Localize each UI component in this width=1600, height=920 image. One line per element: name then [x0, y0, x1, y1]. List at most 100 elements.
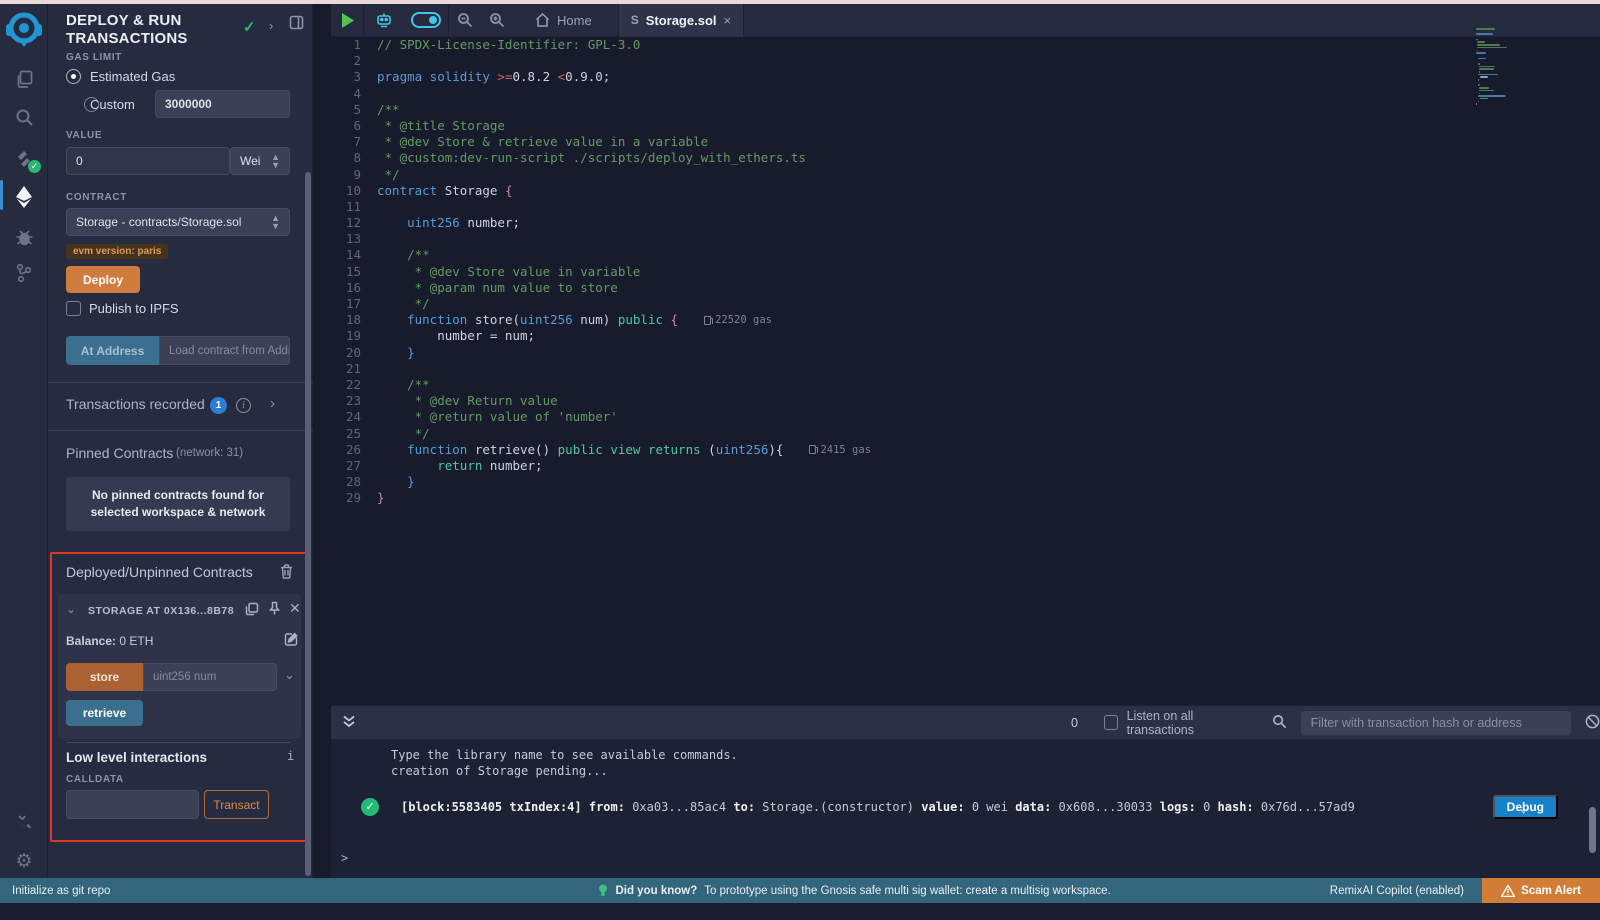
value-input[interactable]: 0 [66, 147, 230, 175]
tab-close-icon[interactable]: × [724, 13, 732, 28]
code-line[interactable]: 3pragma solidity >=0.8.2 <0.9.0; [331, 69, 1600, 85]
expand-store-icon[interactable]: ⌄ [284, 667, 295, 683]
code-line[interactable]: 26 function retrieve() public view retur… [331, 442, 1600, 458]
plugin-manager-icon[interactable] [0, 804, 48, 838]
code-line[interactable]: 29} [331, 490, 1600, 506]
debugger-icon[interactable] [0, 220, 48, 254]
remix-logo-icon[interactable] [4, 10, 44, 50]
code-line[interactable]: 24 * @return value of 'number' [331, 409, 1600, 425]
code-editor[interactable]: 1// SPDX-License-Identifier: GPL-3.023pr… [331, 37, 1600, 705]
contract-select[interactable]: Storage - contracts/Storage.sol ▲▼ [66, 208, 290, 236]
code-line[interactable]: 18 function store(uint256 num) public {2… [331, 312, 1600, 328]
value-unit-select[interactable]: Wei ▲▼ [230, 147, 290, 175]
terminal-filter-input[interactable]: Filter with transaction hash or address [1301, 711, 1571, 735]
deploy-button[interactable]: Deploy [66, 266, 140, 293]
transactions-expand-icon[interactable]: › [270, 395, 275, 412]
retrieve-function-button[interactable]: retrieve [66, 700, 143, 726]
code-line[interactable]: 2 [331, 53, 1600, 69]
transaction-log-row[interactable]: ✓ [block:5583405 txIndex:4] from: 0xa03.… [331, 795, 1600, 819]
solidity-compiler-icon[interactable]: ✓ [0, 142, 48, 176]
gas-pump-icon [809, 445, 816, 454]
code-line[interactable]: 25 */ [331, 426, 1600, 442]
code-line[interactable]: 6 * @title Storage [331, 118, 1600, 134]
code-line[interactable]: 8 * @custom:dev-run-script ./scripts/dep… [331, 150, 1600, 166]
code-line[interactable]: 11 [331, 199, 1600, 215]
minimap-line [1479, 93, 1480, 95]
custom-gas-input[interactable]: 3000000 [155, 90, 290, 118]
store-function-button[interactable]: store [66, 663, 143, 691]
expand-terminal-icon[interactable] [343, 715, 355, 731]
code-text: number = num; [377, 328, 535, 344]
code-text: /** [377, 377, 430, 393]
copilot-toggle[interactable] [404, 4, 448, 37]
tab-storage-sol[interactable]: S Storage.sol × [618, 4, 744, 37]
zoom-out-icon[interactable] [449, 4, 481, 37]
code-line[interactable]: 19 number = num; [331, 328, 1600, 344]
line-number: 23 [331, 393, 377, 409]
code-line[interactable]: 28 } [331, 474, 1600, 490]
remove-contract-icon[interactable]: ✕ [289, 600, 301, 617]
deploy-run-icon[interactable] [0, 180, 48, 214]
ai-copilot-robot-icon[interactable] [364, 4, 404, 37]
code-line[interactable]: 10contract Storage { [331, 183, 1600, 199]
pin-panel-icon[interactable] [289, 15, 304, 33]
calldata-input[interactable] [66, 790, 199, 819]
contract-collapse-icon[interactable]: ⌄ [66, 602, 76, 616]
terminal-prompt[interactable]: > [341, 851, 348, 865]
code-line[interactable]: 20 } [331, 345, 1600, 361]
git-icon[interactable] [0, 256, 48, 290]
editor-minimap[interactable] [1476, 28, 1596, 108]
transact-button[interactable]: Transact [204, 790, 269, 819]
code-line[interactable]: 14 /** [331, 247, 1600, 263]
code-line[interactable]: 12 uint256 number; [331, 215, 1600, 231]
unit-caret-icon: ▲▼ [271, 153, 280, 169]
code-line[interactable]: 17 */ [331, 296, 1600, 312]
code-text: } [377, 474, 415, 490]
clear-terminal-icon[interactable] [1585, 714, 1600, 732]
scam-alert-button[interactable]: Scam Alert [1482, 878, 1600, 903]
code-line[interactable]: 22 /** [331, 377, 1600, 393]
code-line[interactable]: 23 * @dev Return value [331, 393, 1600, 409]
panel-scrollbar[interactable] [305, 172, 311, 876]
terminal[interactable]: Type the library name to see available c… [331, 739, 1600, 878]
code-line[interactable]: 7 * @dev Store & retrieve value in a var… [331, 134, 1600, 150]
code-line[interactable]: 16 * @param num value to store [331, 280, 1600, 296]
code-line[interactable]: 9 */ [331, 167, 1600, 183]
code-line[interactable]: 4 [331, 86, 1600, 102]
git-init-label[interactable]: Initialize as git repo [12, 885, 110, 897]
code-line[interactable]: 5/** [331, 102, 1600, 118]
zoom-in-icon[interactable] [481, 4, 513, 37]
code-text: * @dev Return value [377, 393, 558, 409]
terminal-search-icon[interactable] [1272, 714, 1287, 732]
code-text: */ [377, 167, 400, 183]
store-args-input[interactable]: uint256 num [143, 663, 277, 691]
estimated-gas-radio[interactable] [66, 69, 81, 84]
code-line[interactable]: 1// SPDX-License-Identifier: GPL-3.0 [331, 37, 1600, 53]
copilot-status-label[interactable]: RemixAI Copilot (enabled) [1330, 885, 1464, 897]
editor-toolbar: Home S Storage.sol × [331, 4, 1600, 37]
settings-gear-icon[interactable]: ⚙ [0, 844, 48, 878]
tx-expand-icon[interactable]: ⌄ [1519, 798, 1528, 816]
listen-transactions-checkbox[interactable] [1104, 715, 1118, 730]
edit-balance-icon[interactable] [284, 632, 298, 649]
run-script-button[interactable] [331, 4, 363, 37]
code-line[interactable]: 21 [331, 361, 1600, 377]
terminal-scrollbar[interactable] [1589, 807, 1596, 853]
code-line[interactable]: 15 * @dev Store value in variable [331, 264, 1600, 280]
publish-ipfs-checkbox[interactable] [66, 301, 81, 316]
line-number: 28 [331, 474, 377, 490]
code-line[interactable]: 13 [331, 231, 1600, 247]
clear-deployed-trash-icon[interactable] [280, 564, 293, 582]
at-address-input[interactable]: Load contract from Addre [159, 336, 290, 365]
search-icon[interactable] [0, 100, 48, 134]
at-address-button[interactable]: At Address [66, 336, 159, 365]
pin-contract-icon[interactable] [268, 601, 281, 619]
tab-home[interactable]: Home [523, 4, 604, 37]
low-level-info-icon[interactable]: i [287, 749, 294, 763]
code-text: contract Storage { [377, 183, 512, 199]
panel-forward-icon[interactable]: › [269, 18, 273, 33]
copy-address-icon[interactable] [245, 602, 259, 619]
code-line[interactable]: 27 return number; [331, 458, 1600, 474]
transactions-info-icon[interactable]: i [236, 398, 251, 413]
file-explorer-icon[interactable] [0, 62, 48, 96]
